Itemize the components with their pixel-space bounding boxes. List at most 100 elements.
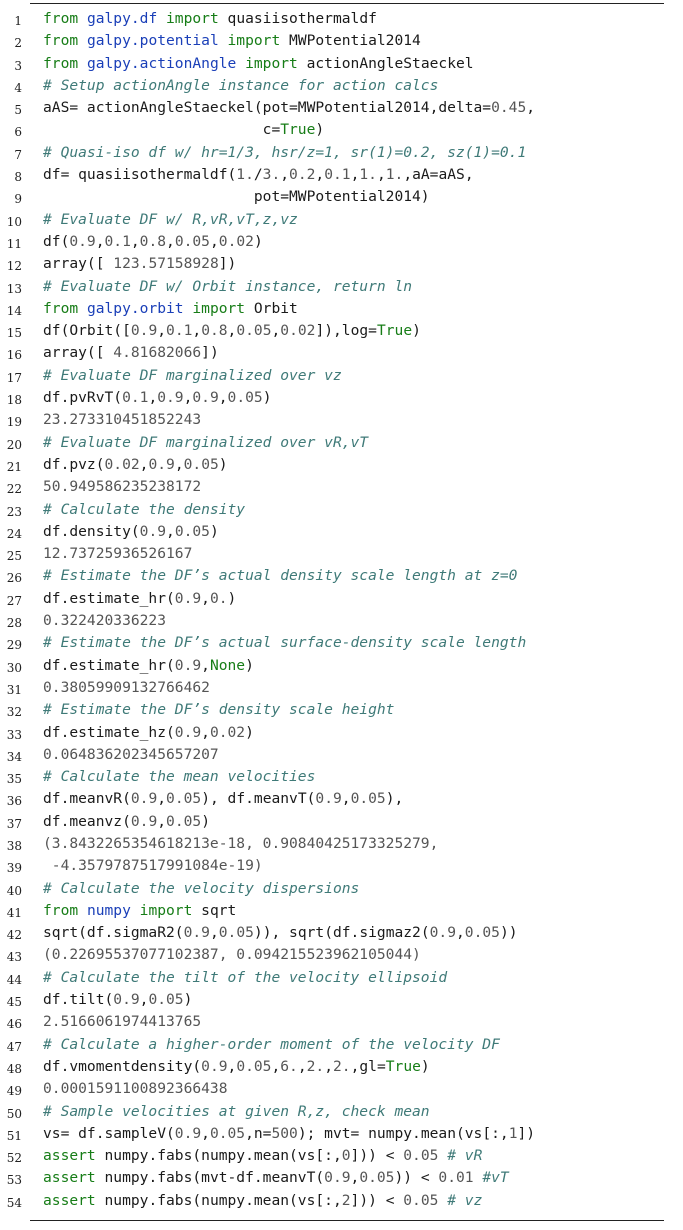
code-line: 7 # Quasi-iso df w/ hr=1/3, hsr/z=1, sr(1… xyxy=(0,142,683,164)
code-line: 14 from galpy.orbit import Orbit xyxy=(0,298,683,320)
code-token: 0.05 xyxy=(183,455,219,473)
code-token: 0.9 xyxy=(201,1057,228,1075)
code-token: , xyxy=(130,232,140,250)
code-token: 0.9 xyxy=(315,790,342,808)
code-token: numpy.fabs(numpy.mean(vs[:, xyxy=(104,1147,342,1165)
line-number: 50 xyxy=(6,1106,22,1121)
line-number: 32 xyxy=(6,705,22,720)
code-text: 0.064836202345657207 xyxy=(43,744,219,766)
code-text: from galpy.actionAngle import actionAngl… xyxy=(43,53,474,75)
line-number: 46 xyxy=(6,1017,22,1032)
code-text: c=True) xyxy=(43,119,325,141)
code-token: sqrt(df.sigmaR2( xyxy=(43,924,184,942)
code-token: 0.9 xyxy=(174,656,202,674)
code-token: , xyxy=(271,1057,281,1075)
line-number: 18 xyxy=(6,393,22,408)
code-token: 0.1 xyxy=(324,166,351,184)
code-token: # Calculate the density xyxy=(43,500,246,518)
line-number: 12 xyxy=(6,259,22,274)
code-token: , xyxy=(201,589,210,607)
code-token: 0.05 xyxy=(350,790,386,808)
code-token: 0.02 xyxy=(280,322,316,340)
line-number: 21 xyxy=(6,459,22,474)
code-token: , xyxy=(280,166,290,184)
code-line: 9 pot=MWPotential2014) xyxy=(0,186,683,208)
code-token: , xyxy=(227,1057,237,1075)
line-number: 31 xyxy=(6,682,22,697)
code-token: ) xyxy=(253,232,263,250)
code-text: df.vmomentdensity(0.9,0.05,6.,2.,2.,gl=T… xyxy=(43,1056,430,1078)
code-token: assert xyxy=(43,1169,105,1187)
line-number: 5 xyxy=(14,103,22,118)
code-token: df= quasiisothermaldf( xyxy=(43,166,237,184)
code-token: 0. xyxy=(209,589,228,607)
code-token: aAS= actionAngleStaeckel(pot=MWPotential… xyxy=(43,99,492,117)
code-token: ])) < xyxy=(350,1191,404,1209)
line-number: 10 xyxy=(6,214,22,229)
code-token: 0.1 xyxy=(166,322,193,340)
code-line: 53 assert numpy.fabs(mvt-df.meanvT(0.9,0.… xyxy=(0,1167,683,1189)
code-line: 29 # Estimate the DF’s actual surface-den… xyxy=(0,632,683,654)
code-token: ]) xyxy=(218,255,237,273)
code-token: sqrt xyxy=(201,901,237,919)
bottom-rule xyxy=(30,1220,664,1221)
code-text: # Estimate the DF’s density scale height xyxy=(43,699,394,721)
code-token: ) xyxy=(315,121,325,139)
code-text: -4.3579787517991084e-19) xyxy=(43,855,263,877)
code-token: 0.0001591100892366438 xyxy=(43,1080,228,1098)
code-token: df.meanvz( xyxy=(43,812,131,830)
code-token: )), sqrt(df.sigmaz2( xyxy=(253,924,430,942)
line-number: 14 xyxy=(6,303,22,318)
code-text: from galpy.potential import MWPotential2… xyxy=(43,30,421,52)
code-text: vs= df.sampleV(0.9,0.05,n=500); mvt= num… xyxy=(43,1123,535,1145)
code-line: 24 df.density(0.9,0.05) xyxy=(0,521,683,543)
line-number: 11 xyxy=(6,236,22,251)
code-text: # Evaluate DF w/ R,vR,vT,z,vz xyxy=(43,209,298,231)
line-number: 48 xyxy=(6,1061,22,1076)
line-number: 38 xyxy=(6,838,22,853)
code-token: ), df.meanvT( xyxy=(201,790,316,808)
code-line: 28 0.322420336223 xyxy=(0,610,683,632)
code-line: 52 assert numpy.fabs(numpy.mean(vs[:,0]))… xyxy=(0,1145,683,1167)
code-line: 12 array([ 123.57158928]) xyxy=(0,253,683,275)
code-token: import xyxy=(236,54,307,72)
code-token: 0.9 xyxy=(324,1169,351,1187)
code-token: #vT xyxy=(473,1169,509,1187)
line-number: 36 xyxy=(6,794,22,809)
code-line: 8 df= quasiisothermaldf(1./3.,0.2,0.1,1.,… xyxy=(0,164,683,186)
code-token: 1 xyxy=(508,1124,518,1142)
code-token: 0 xyxy=(341,1147,351,1165)
code-text: df.pvz(0.02,0.9,0.05) xyxy=(43,454,228,476)
code-token: / xyxy=(253,166,263,184)
code-line: 54 assert numpy.fabs(numpy.mean(vs[:,2]))… xyxy=(0,1190,683,1212)
code-line: 3 from galpy.actionAngle import actionAng… xyxy=(0,53,683,75)
code-token: import xyxy=(218,32,290,50)
code-token: numpy.fabs(mvt-df.meanvT( xyxy=(104,1169,325,1187)
code-token: # Estimate the DF’s actual density scale… xyxy=(43,567,518,585)
code-line: 43 (0.22695537077102387, 0.09421552396210… xyxy=(0,944,683,966)
code-token: 2 xyxy=(341,1191,351,1209)
code-token: df.estimate_hz( xyxy=(43,723,175,741)
line-number: 54 xyxy=(6,1195,22,1210)
code-text: df(0.9,0.1,0.8,0.05,0.02) xyxy=(43,231,263,253)
code-token: 0.38059909132766462 xyxy=(43,678,210,696)
line-number: 8 xyxy=(14,170,22,185)
code-token: # Quasi-iso df w/ hr=1/3, hsr/z=1, sr(1)… xyxy=(43,143,527,161)
code-token: galpy.potential xyxy=(86,32,219,50)
code-token: , xyxy=(324,1057,334,1075)
line-number: 19 xyxy=(6,415,22,430)
code-token: , xyxy=(350,1169,360,1187)
code-token: 0.8 xyxy=(139,232,167,250)
line-number: 49 xyxy=(6,1084,22,1099)
code-token: df.density( xyxy=(43,522,140,540)
line-number: 13 xyxy=(6,281,22,296)
code-token: , xyxy=(95,232,105,250)
code-token: array([ xyxy=(43,344,114,362)
code-token: galpy.actionAngle xyxy=(86,54,237,72)
code-token: , xyxy=(297,1057,307,1075)
code-token: # Calculate the tilt of the velocity ell… xyxy=(43,968,448,986)
code-line: 37 df.meanvz(0.9,0.05) xyxy=(0,811,683,833)
line-number: 34 xyxy=(6,749,22,764)
line-number: 26 xyxy=(6,571,22,586)
code-token: 50.949586235238172 xyxy=(43,478,202,496)
